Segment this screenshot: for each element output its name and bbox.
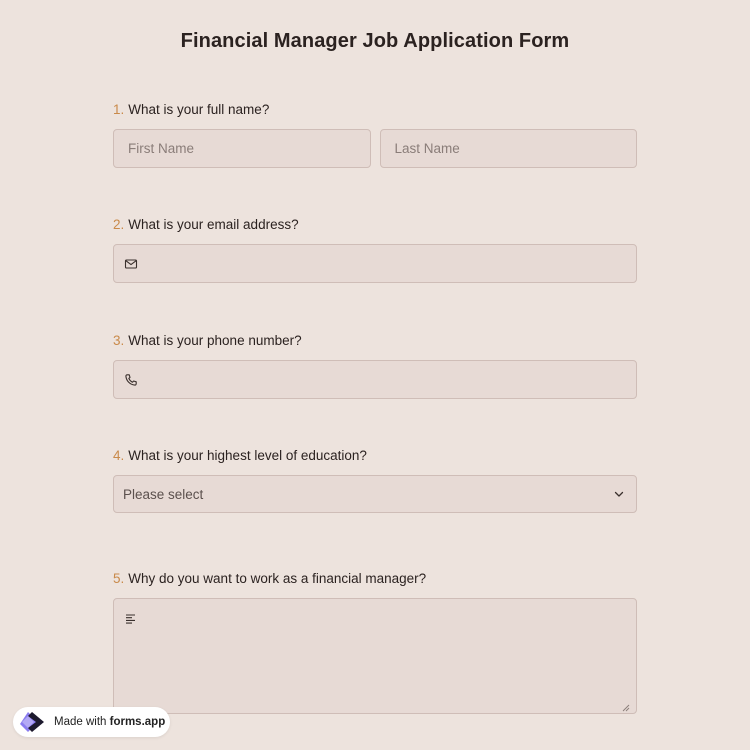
name-row: First Name Last Name [113,129,637,168]
badge-brand: forms.app [109,716,166,728]
question-number: 3. [113,333,125,348]
question-text: What is your phone number? [128,333,302,348]
motivation-textarea[interactable] [113,598,637,714]
first-name-input[interactable]: First Name [113,129,371,168]
last-name-placeholder: Last Name [394,141,460,156]
question-phone: 3. What is your phone number? [113,332,637,399]
question-email: 2. What is your email address? [113,216,637,283]
question-education: 4. What is your highest level of educatio… [113,447,637,513]
question-text: Why do you want to work as a financial m… [128,571,427,586]
question-number: 1. [113,102,125,117]
made-with-badge[interactable]: Made with forms.app [13,707,170,737]
question-text: What is your email address? [128,217,299,232]
email-input[interactable] [113,244,637,283]
badge-prefix: Made with [54,716,107,728]
forms-app-logo-icon [18,710,48,734]
question-label: 4. What is your highest level of educatio… [113,447,637,465]
question-full-name: 1. What is your full name? First Name Las… [113,101,637,168]
chevron-down-icon [612,487,626,501]
education-select[interactable]: Please select [113,475,637,513]
form-title: Financial Manager Job Application Form [180,30,570,52]
phone-icon [124,373,138,387]
question-label: 2. What is your email address? [113,216,637,234]
question-text: What is your full name? [128,102,270,117]
form-page: Financial Manager Job Application Form 1… [0,0,750,750]
question-label: 1. What is your full name? [113,101,637,119]
resize-handle-icon[interactable] [622,699,630,712]
first-name-placeholder: First Name [128,141,195,156]
question-number: 2. [113,217,125,232]
phone-input[interactable] [113,360,637,399]
question-motivation: 5. Why do you want to work as a financial… [113,570,637,714]
text-lines-icon [124,612,138,626]
question-label: 3. What is your phone number? [113,332,637,350]
select-value: Please select [123,486,204,502]
question-number: 5. [113,571,125,586]
question-label: 5. Why do you want to work as a financial… [113,570,637,588]
mail-icon [124,257,138,271]
question-number: 4. [113,448,125,463]
last-name-input[interactable]: Last Name [379,129,637,168]
question-text: What is your highest level of education? [128,448,367,463]
badge-text: Made with forms.app [54,716,165,728]
